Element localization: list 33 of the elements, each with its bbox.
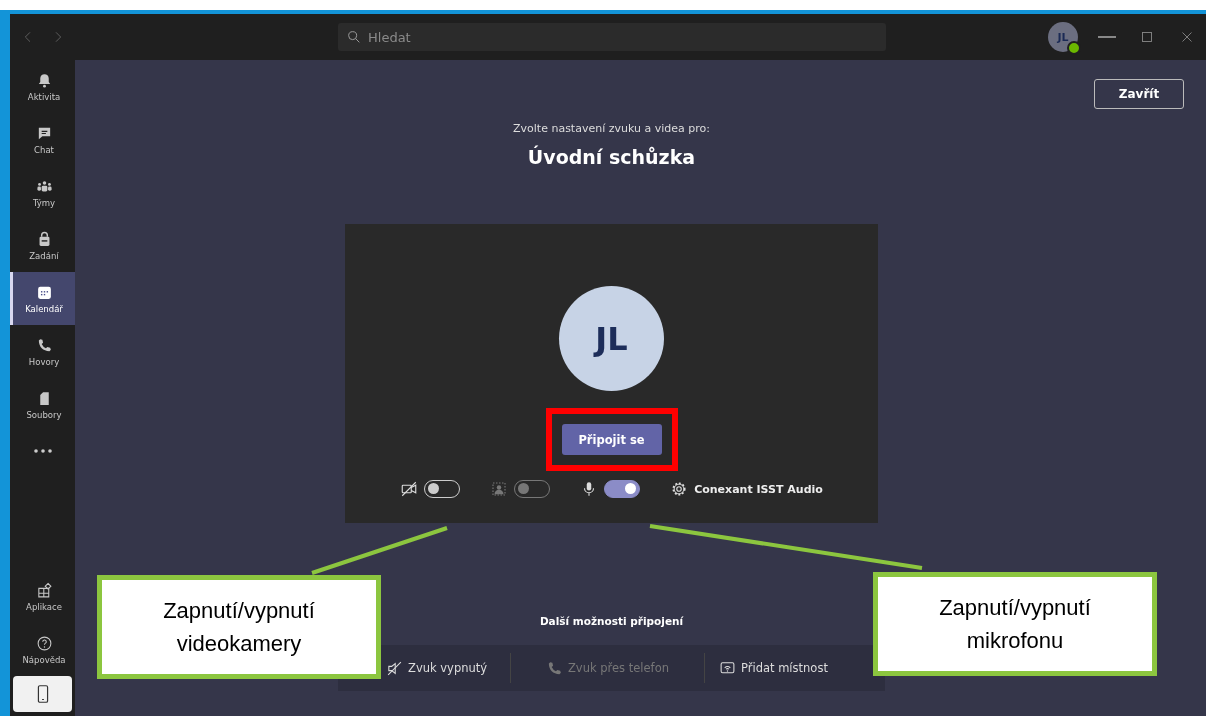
- toggle-switch[interactable]: [604, 480, 641, 498]
- settings-icon: [670, 480, 689, 498]
- join-button[interactable]: Připojit se: [561, 424, 662, 455]
- sidebar-item[interactable]: Hovory: [10, 325, 75, 378]
- callout-box: Zapnutí/vypnutí mikrofonu: [873, 572, 1157, 676]
- status-dot: [1067, 41, 1081, 55]
- camera-off-icon: [400, 480, 419, 498]
- sidebar-item[interactable]: Soubory: [10, 378, 75, 431]
- option-button[interactable]: Přidat místnost: [719, 659, 828, 677]
- option-button[interactable]: Zvuk vypnutý: [386, 659, 488, 677]
- audio-device-label: Conexant ISST Audio: [694, 482, 823, 496]
- search-icon: [346, 29, 362, 45]
- apps-icon: [35, 581, 53, 599]
- sidebar-item[interactable]: Aktivita: [10, 60, 75, 113]
- sidebar-item[interactable]: Zadání: [10, 219, 75, 272]
- callout-box: Zapnutí/vypnutí videokamery: [97, 575, 381, 679]
- background-icon: [490, 480, 509, 498]
- speaker-off-icon: [386, 659, 403, 677]
- sidebar-item[interactable]: Nápověda: [10, 623, 75, 676]
- device-button[interactable]: [13, 676, 72, 712]
- sidebar-item[interactable]: Týmy: [10, 166, 75, 219]
- sidebar-item[interactable]: Aplikace: [10, 570, 75, 623]
- close-button[interactable]: Zavřít: [1094, 79, 1184, 109]
- subtitle: Zvolte nastavení zvuku a videa pro:: [513, 122, 710, 135]
- meeting-title: Úvodní schůzka: [527, 146, 696, 168]
- phone-icon: [546, 659, 563, 677]
- help-icon: [35, 634, 53, 652]
- avatar-circle: JL: [559, 286, 664, 391]
- more-icon: [33, 449, 52, 453]
- minimize-icon: [1098, 36, 1116, 38]
- section-title: Další možnosti připojení: [539, 615, 684, 627]
- sidebar-item[interactable]: Kalendář: [10, 272, 75, 325]
- sidebar-item[interactable]: Chat: [10, 113, 75, 166]
